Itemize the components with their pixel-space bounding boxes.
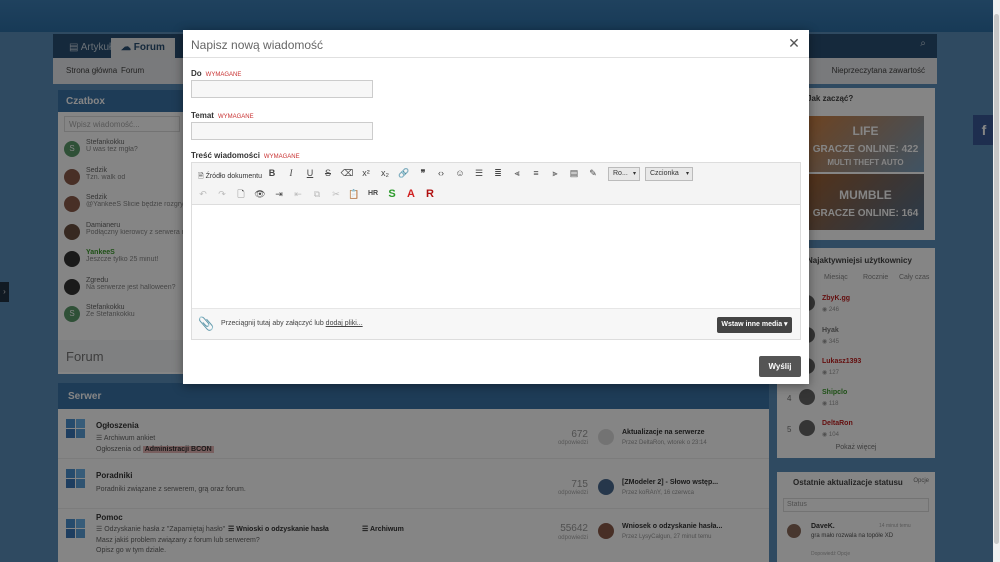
font-size-select[interactable]: Ro... ▾ [608,167,640,181]
superscript-icon[interactable]: x² [358,165,374,181]
quote-icon[interactable]: ❞ [415,165,431,181]
italic-icon[interactable]: I [283,165,299,181]
insert-media-button[interactable]: Wstaw inne media ▾ [717,317,792,333]
required-badge: wymagane [205,72,242,78]
send-button[interactable]: Wyślij [759,356,801,377]
attachment-dropzone[interactable]: 📎 Przeciągnij tutaj aby załączyć lub dod… [192,308,800,339]
subscript-icon[interactable]: x₂ [377,165,393,181]
to-field[interactable] [191,80,373,98]
modal-header: Napisz nową wiadomość ✕ [183,30,809,58]
add-files-link[interactable]: dodaj pliki... [326,320,363,327]
indent-icon[interactable]: ⇥ [271,186,287,202]
to-label: Do wymagane [191,69,241,78]
copy-icon[interactable]: ⧉ [309,186,325,202]
eraser-icon[interactable]: ⌫ [339,165,355,181]
strikethrough-icon[interactable]: S [320,165,336,181]
font-family-select[interactable]: Czcionka ▾ [645,167,693,181]
attachment-hint-text: Przeciągnij tutaj aby załączyć lub [221,320,324,327]
outdent-icon[interactable]: ⇤ [290,186,306,202]
underline-icon[interactable]: U [302,165,318,181]
align-right-icon[interactable]: ⫸ [547,165,563,181]
subject-label-text: Temat [191,111,214,120]
link-icon[interactable]: 🔗 [396,165,412,181]
preview-icon[interactable]: 👁 [252,186,268,202]
scrollbar[interactable] [993,0,1000,562]
subject-label: Temat wymagane [191,111,254,120]
justify-icon[interactable]: ▤ [566,165,582,181]
align-center-icon[interactable]: ≡ [528,165,544,181]
source-label: Źródło dokumentu [205,173,262,180]
redo-icon[interactable]: ↷ [214,186,230,202]
text-color-icon[interactable]: ✎ [585,165,601,181]
caret-down-icon: ▾ [632,171,636,177]
undo-icon[interactable]: ↶ [195,186,211,202]
spoiler-s-icon[interactable]: S [384,186,400,202]
close-icon[interactable]: ✕ [787,36,801,50]
insert-media-label: Wstaw inne media [721,321,783,328]
code-icon[interactable]: ‹› [433,165,449,181]
numbered-list-icon[interactable]: ≣ [490,165,506,181]
color-a-icon[interactable]: A [403,186,419,202]
font-family-value: Czcionka [650,170,679,177]
source-button[interactable]: 🗎 Źródło dokumentu [198,169,262,185]
message-body-editor[interactable] [192,205,800,308]
rich-text-editor: 🗎 Źródło dokumentu B I U S ⌫ x² x₂ 🔗 ❞ ‹… [191,162,801,340]
modal-title: Napisz nową wiadomość [191,38,324,52]
paperclip-icon: 📎 [198,316,215,331]
new-page-icon[interactable]: 🗋 [233,186,249,202]
cut-icon[interactable]: ✂ [328,186,344,202]
caret-down-icon: ▾ [685,171,689,177]
scrollbar-thumb[interactable] [994,14,999,544]
horizontal-rule-icon[interactable]: HR [365,186,381,202]
color-r-icon[interactable]: R [422,186,438,202]
subject-field[interactable] [191,122,373,140]
bulleted-list-icon[interactable]: ☰ [471,165,487,181]
body-label-text: Treść wiadomości [191,151,260,160]
required-badge: wymagane [217,114,254,120]
body-label: Treść wiadomości wymagane [191,151,300,160]
paste-icon[interactable]: 📋 [346,186,362,202]
to-label-text: Do [191,69,202,78]
attachment-hint: Przeciągnij tutaj aby załączyć lub dodaj… [221,320,363,327]
new-message-modal: Napisz nową wiadomość ✕ Do wymagane Temat… [183,30,809,384]
bold-icon[interactable]: B [264,165,280,181]
align-left-icon[interactable]: ⫷ [509,165,525,181]
editor-toolbar: 🗎 Źródło dokumentu B I U S ⌫ x² x₂ 🔗 ❞ ‹… [192,163,800,205]
required-badge: wymagane [263,154,300,160]
emoji-icon[interactable]: ☺ [452,165,468,181]
font-size-value: Ro... [613,170,628,177]
